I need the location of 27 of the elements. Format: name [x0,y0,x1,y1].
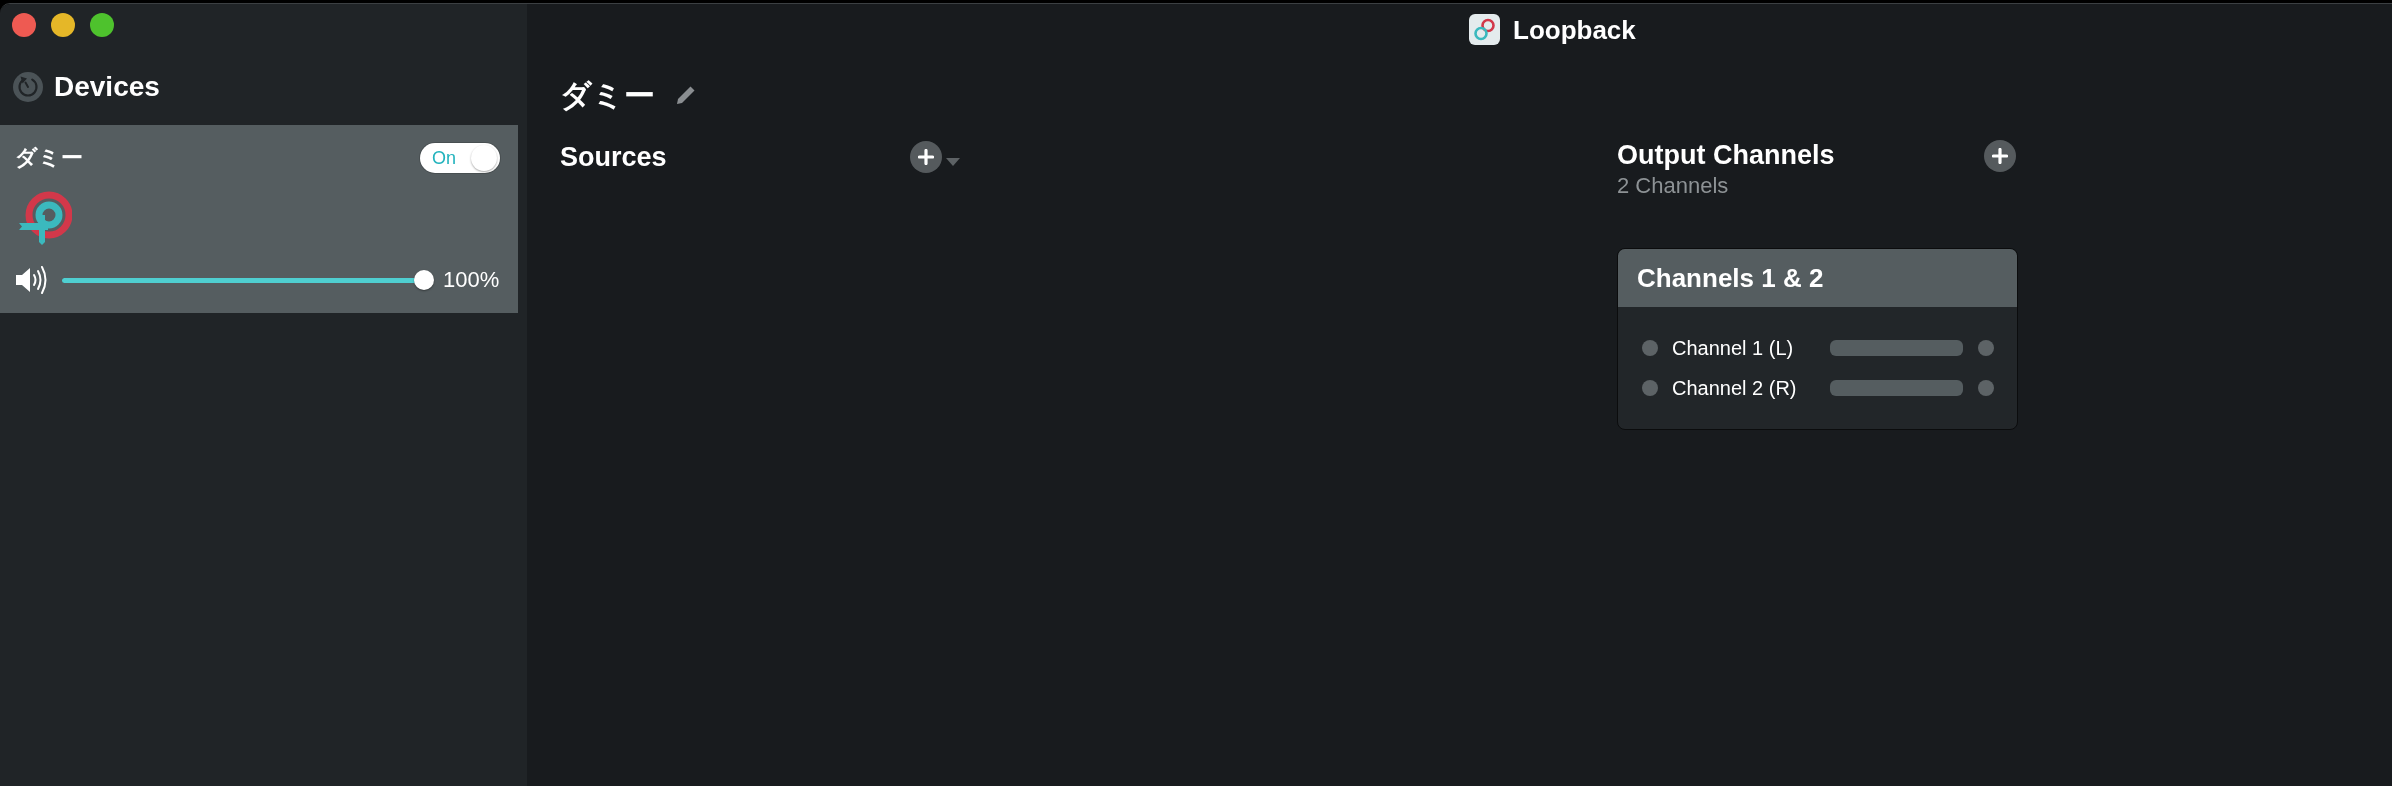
sidebar-title: Devices [54,73,160,101]
add-channel-button[interactable] [1984,140,2016,172]
toggle-knob-icon [471,145,497,171]
pencil-icon[interactable] [675,84,697,106]
channel-count: 2 Channels [1617,174,1730,198]
plus-icon [918,149,934,165]
device-card[interactable]: ダミー On 100% [0,125,518,313]
window-title: Loopback [1513,16,1636,43]
device-name: ダミー [15,147,83,169]
minimize-button[interactable] [51,13,75,37]
volume-reading: 100% [443,269,500,291]
device-title: ダミー [560,79,655,111]
speaker-icon [15,265,48,295]
add-source-button[interactable] [910,141,942,173]
sources-heading: Sources [560,143,667,171]
channel-label: Channel 1 (L) [1672,338,1795,358]
channel-label: Channel 2 (R) [1672,378,1798,398]
zoom-button[interactable] [90,13,114,37]
device-logo-icon [18,190,72,245]
slider-thumb[interactable] [414,270,434,290]
caret-icon[interactable] [946,157,960,166]
app-icon [1469,14,1500,45]
volume-slider[interactable] [62,270,434,290]
channel-group-title: Channels 1 & 2 [1637,265,1824,291]
close-button[interactable] [12,13,36,37]
output-channels-heading: Output Channels [1617,140,1835,170]
plus-icon [1992,148,2008,164]
